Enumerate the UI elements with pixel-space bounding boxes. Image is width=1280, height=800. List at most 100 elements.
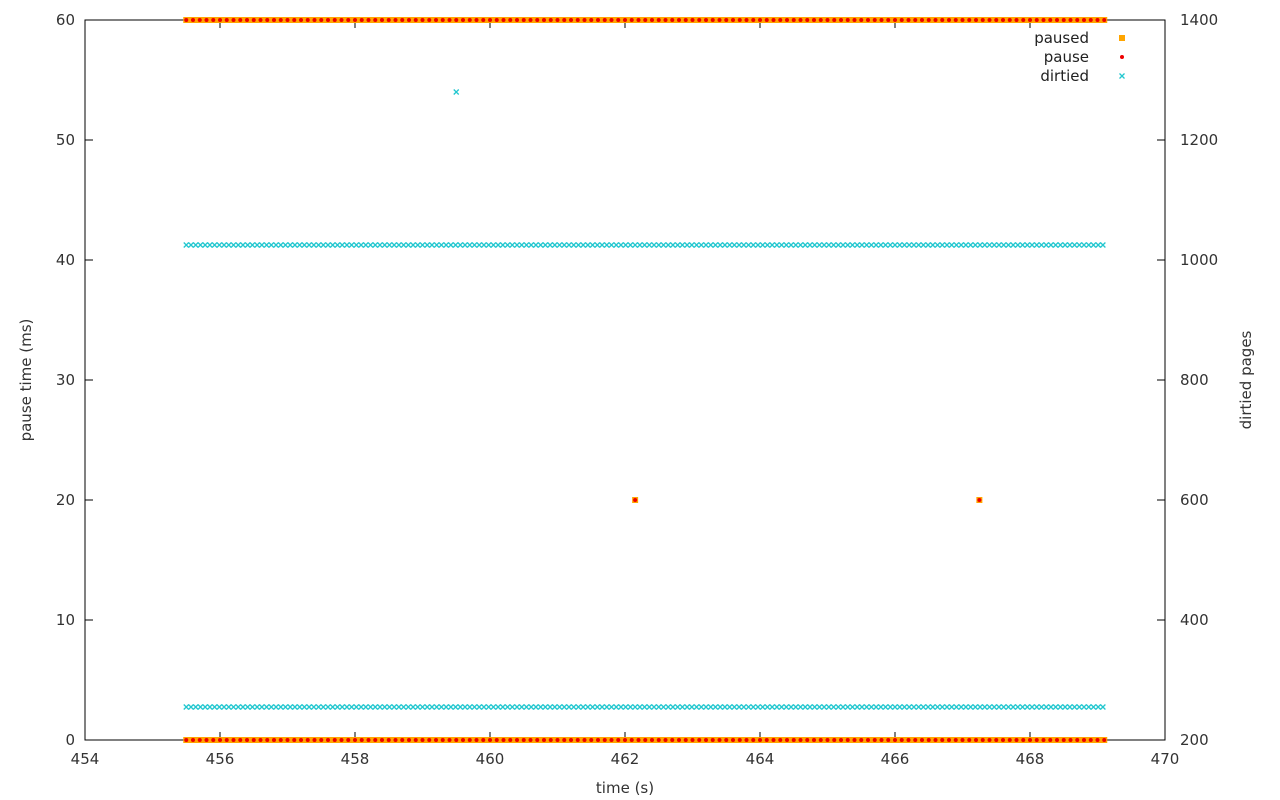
point-dirtied [840, 242, 846, 248]
point-pause [393, 18, 398, 22]
point-dirtied [424, 704, 431, 710]
point-pause [204, 738, 209, 742]
point-dirtied [263, 242, 270, 248]
point-dirtied [802, 704, 809, 710]
point-pause [933, 738, 938, 742]
point-pause [987, 18, 992, 22]
point-pause [434, 18, 438, 22]
point-pause [521, 18, 526, 22]
point-pause [717, 738, 722, 742]
point-dirtied [641, 242, 648, 248]
point-dirtied [315, 704, 322, 710]
point-pause [879, 18, 884, 22]
point-dirtied [188, 704, 194, 710]
point-pause [508, 738, 513, 742]
point-dirtied [1047, 242, 1054, 248]
point-pause [211, 738, 216, 742]
point-pause [744, 18, 749, 22]
point-dirtied [977, 242, 984, 248]
point-pause [1028, 738, 1032, 742]
point-pause [191, 18, 195, 22]
point-dirtied [632, 242, 639, 248]
point-pause [650, 738, 654, 742]
point-pause [521, 738, 526, 742]
point-pause [737, 738, 742, 742]
point-pause [764, 738, 769, 742]
point-pause [670, 738, 675, 742]
point-dirtied [622, 704, 629, 710]
point-pause [427, 18, 432, 22]
point-dirtied [291, 704, 298, 710]
point-dirtied [608, 704, 615, 710]
point-pause [488, 18, 492, 22]
point-dirtied [991, 242, 998, 248]
point-pause [974, 738, 978, 742]
y2-tick-label: 400 [1180, 611, 1209, 629]
point-dirtied [221, 704, 228, 710]
point-dirtied [372, 704, 379, 710]
point-dirtied [688, 242, 695, 248]
point-dirtied [617, 242, 624, 248]
point-dirtied [665, 242, 672, 248]
point-dirtied [939, 242, 946, 248]
point-pause [231, 18, 236, 22]
point-dirtied [339, 704, 346, 710]
point-pause [872, 18, 877, 22]
point-pause [400, 738, 405, 742]
point-pause [987, 738, 992, 742]
point-pause [859, 18, 864, 22]
point-dirtied [849, 704, 856, 710]
point-dirtied [674, 704, 681, 710]
point-dirtied [372, 242, 379, 248]
point-dirtied [235, 704, 242, 710]
point-dirtied [532, 242, 539, 248]
point-dirtied [646, 704, 653, 710]
point-pause [1095, 738, 1100, 742]
point-dirtied [400, 704, 407, 710]
point-pause [697, 738, 702, 742]
point-pause [346, 18, 351, 22]
point-pause [224, 18, 229, 22]
point-dirtied [830, 242, 837, 248]
point-pause [704, 18, 708, 22]
point-dirtied [1014, 704, 1021, 710]
point-pause [1048, 18, 1053, 22]
series-dirtied [183, 89, 1106, 710]
point-dirtied [216, 242, 223, 248]
point-dirtied [452, 242, 459, 248]
point-dirtied [197, 704, 204, 710]
point-pause [353, 738, 357, 742]
y-tick-label: 50 [56, 131, 75, 149]
point-dirtied [287, 704, 294, 710]
point-dirtied [901, 242, 908, 248]
point-dirtied [599, 242, 606, 248]
point-pause [994, 18, 999, 22]
y2-tick-label: 600 [1180, 491, 1209, 509]
point-pause [555, 738, 560, 742]
point-dirtied [377, 704, 383, 710]
legend-marker-dirtied [1119, 73, 1125, 79]
point-pause [258, 738, 263, 742]
point-dirtied [991, 704, 998, 710]
point-pause [913, 18, 918, 22]
point-pause [515, 18, 519, 22]
point-dirtied [353, 704, 360, 710]
point-pause [596, 18, 600, 22]
point-dirtied [216, 704, 223, 710]
point-pause [683, 18, 688, 22]
point-dirtied [320, 704, 327, 710]
point-pause [373, 738, 378, 742]
point-dirtied [1071, 704, 1078, 710]
point-dirtied [1005, 704, 1012, 710]
point-pause [791, 738, 796, 742]
point-dirtied [306, 704, 313, 710]
point-dirtied [816, 242, 823, 248]
point-pause [454, 18, 459, 22]
point-dirtied [594, 704, 601, 710]
point-pause [866, 738, 870, 742]
point-pause [933, 18, 938, 22]
point-pause [467, 738, 472, 742]
point-dirtied [750, 242, 757, 248]
x-tick-label: 468 [1016, 750, 1045, 768]
point-pause [258, 18, 263, 22]
